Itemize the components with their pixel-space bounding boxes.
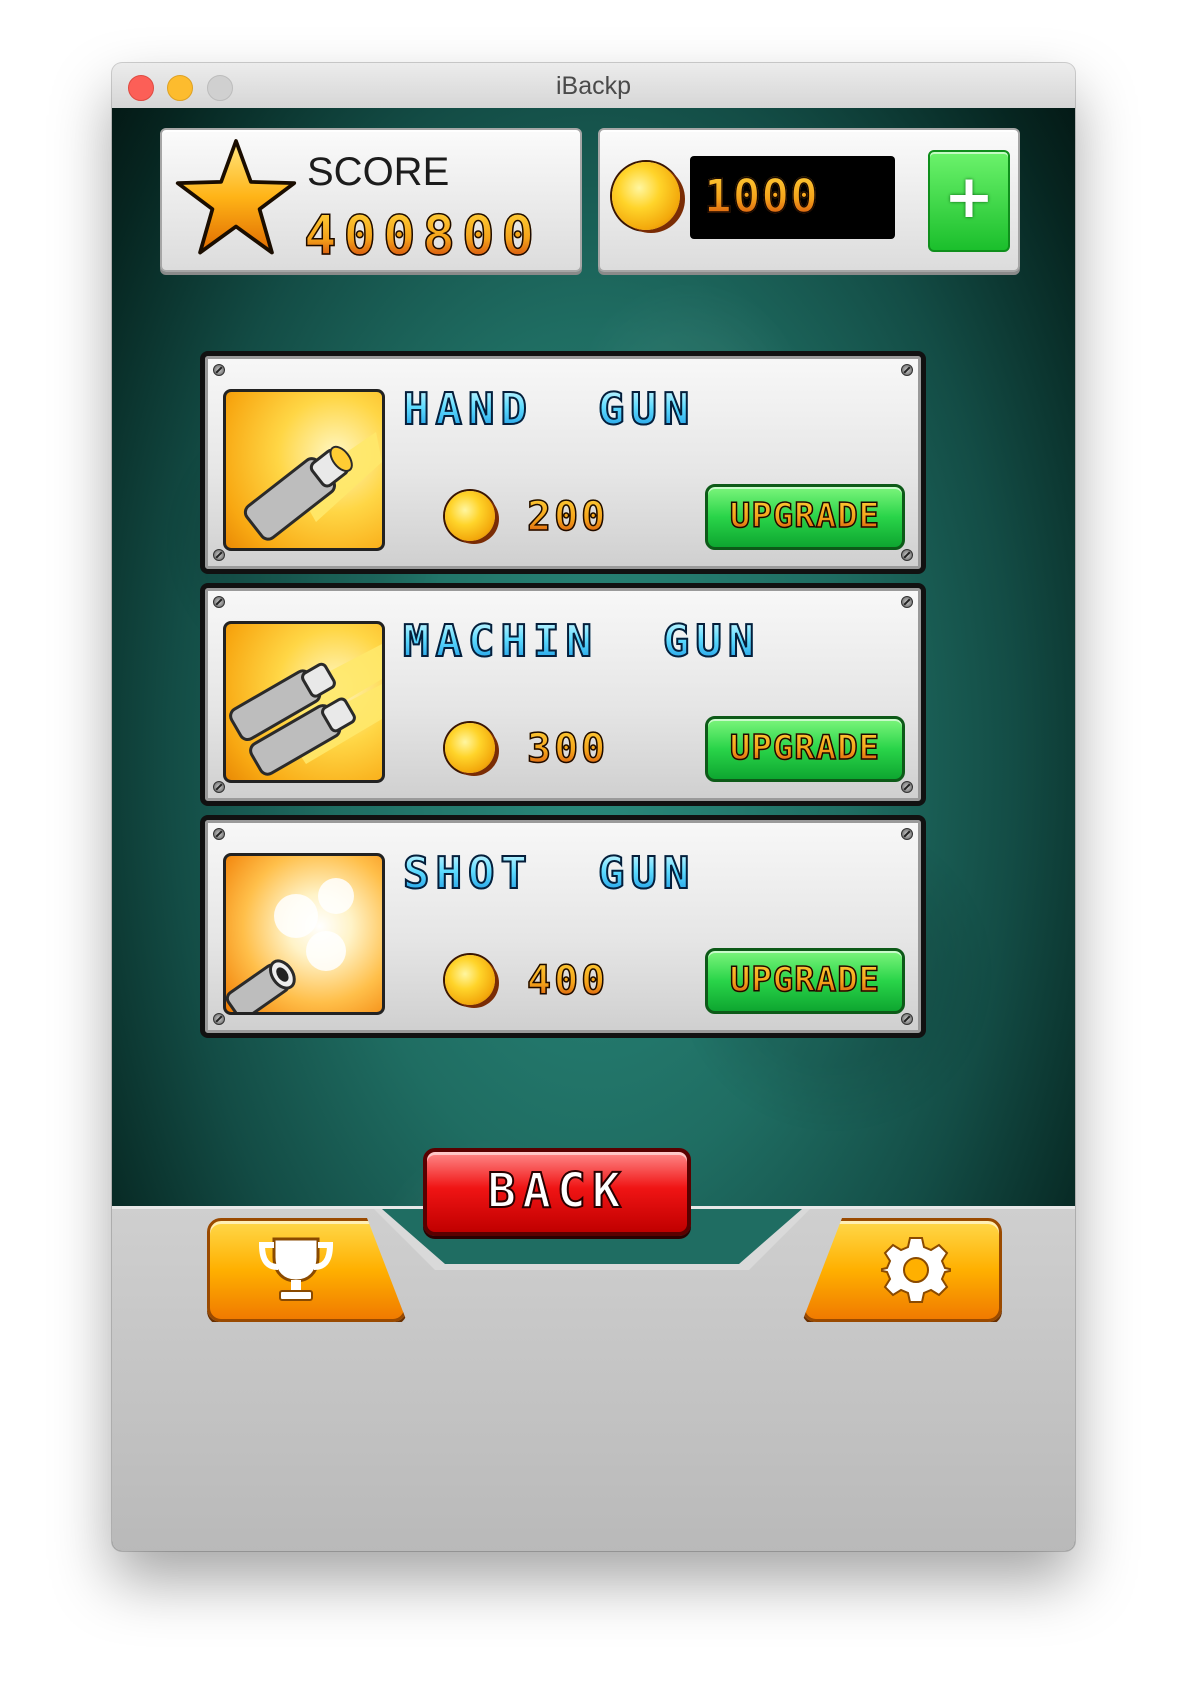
coin-panel: 1000 + xyxy=(598,128,1020,272)
item-price: 300 xyxy=(526,725,609,773)
screw-icon xyxy=(213,596,225,608)
upgrade-label: UPGRADE xyxy=(708,727,902,769)
item-name: HAND GUN xyxy=(402,383,696,436)
screw-icon xyxy=(901,781,913,793)
back-button[interactable]: BACK xyxy=(423,1148,691,1236)
screw-icon xyxy=(213,549,225,561)
gear-icon xyxy=(881,1237,951,1303)
item-card-hand-gun: HAND GUN 200 UPGRADE xyxy=(200,351,926,574)
shotgun-icon xyxy=(223,853,385,1015)
coin-balance-box: 1000 xyxy=(690,156,895,239)
screw-icon xyxy=(213,364,225,376)
item-card-shot-gun: SHOT GUN 400 UPGRADE xyxy=(200,815,926,1038)
title-bar: iBackp xyxy=(112,63,1075,109)
price-coin-icon xyxy=(445,491,495,541)
item-name: MACHIN GUN xyxy=(402,615,761,668)
upgrade-button[interactable]: UPGRADE xyxy=(705,484,905,550)
item-price: 400 xyxy=(526,957,609,1005)
upgrade-label: UPGRADE xyxy=(708,495,902,537)
window-title: iBackp xyxy=(555,72,632,100)
score-label: SCORE xyxy=(307,150,450,194)
screw-icon xyxy=(901,596,913,608)
coin-balance: 1000 xyxy=(703,168,819,224)
item-name: SHOT GUN xyxy=(402,847,696,900)
screw-icon xyxy=(213,1013,225,1025)
handgun-icon xyxy=(223,389,385,551)
score-value: 400800 xyxy=(303,204,542,267)
price-coin-icon xyxy=(445,955,495,1005)
trophy-icon xyxy=(258,1237,334,1301)
add-coins-button[interactable]: + xyxy=(928,150,1010,252)
screw-icon xyxy=(901,364,913,376)
upgrade-label: UPGRADE xyxy=(708,959,902,1001)
screw-icon xyxy=(901,828,913,840)
upgrade-button[interactable]: UPGRADE xyxy=(705,716,905,782)
score-panel: SCORE 400800 xyxy=(160,128,582,272)
item-price: 200 xyxy=(526,493,609,541)
machinegun-icon xyxy=(223,621,385,783)
upgrade-button[interactable]: UPGRADE xyxy=(705,948,905,1014)
screw-icon xyxy=(901,1013,913,1025)
plus-icon: + xyxy=(943,162,995,232)
item-card-machine-gun: MACHIN GUN 300 UPGRADE xyxy=(200,583,926,806)
coin-icon xyxy=(612,162,680,230)
game-screen: SCORE 400800 1000 + HAND GUN 200 UPGRADE… xyxy=(112,108,1075,1551)
screw-icon xyxy=(213,781,225,793)
screw-icon xyxy=(901,549,913,561)
star-icon xyxy=(175,139,297,255)
back-label: BACK xyxy=(486,1162,627,1220)
app-window: iBackp SCORE 400800 1000 + HAND GUN 200 … xyxy=(112,63,1075,1551)
screw-icon xyxy=(213,828,225,840)
price-coin-icon xyxy=(445,723,495,773)
